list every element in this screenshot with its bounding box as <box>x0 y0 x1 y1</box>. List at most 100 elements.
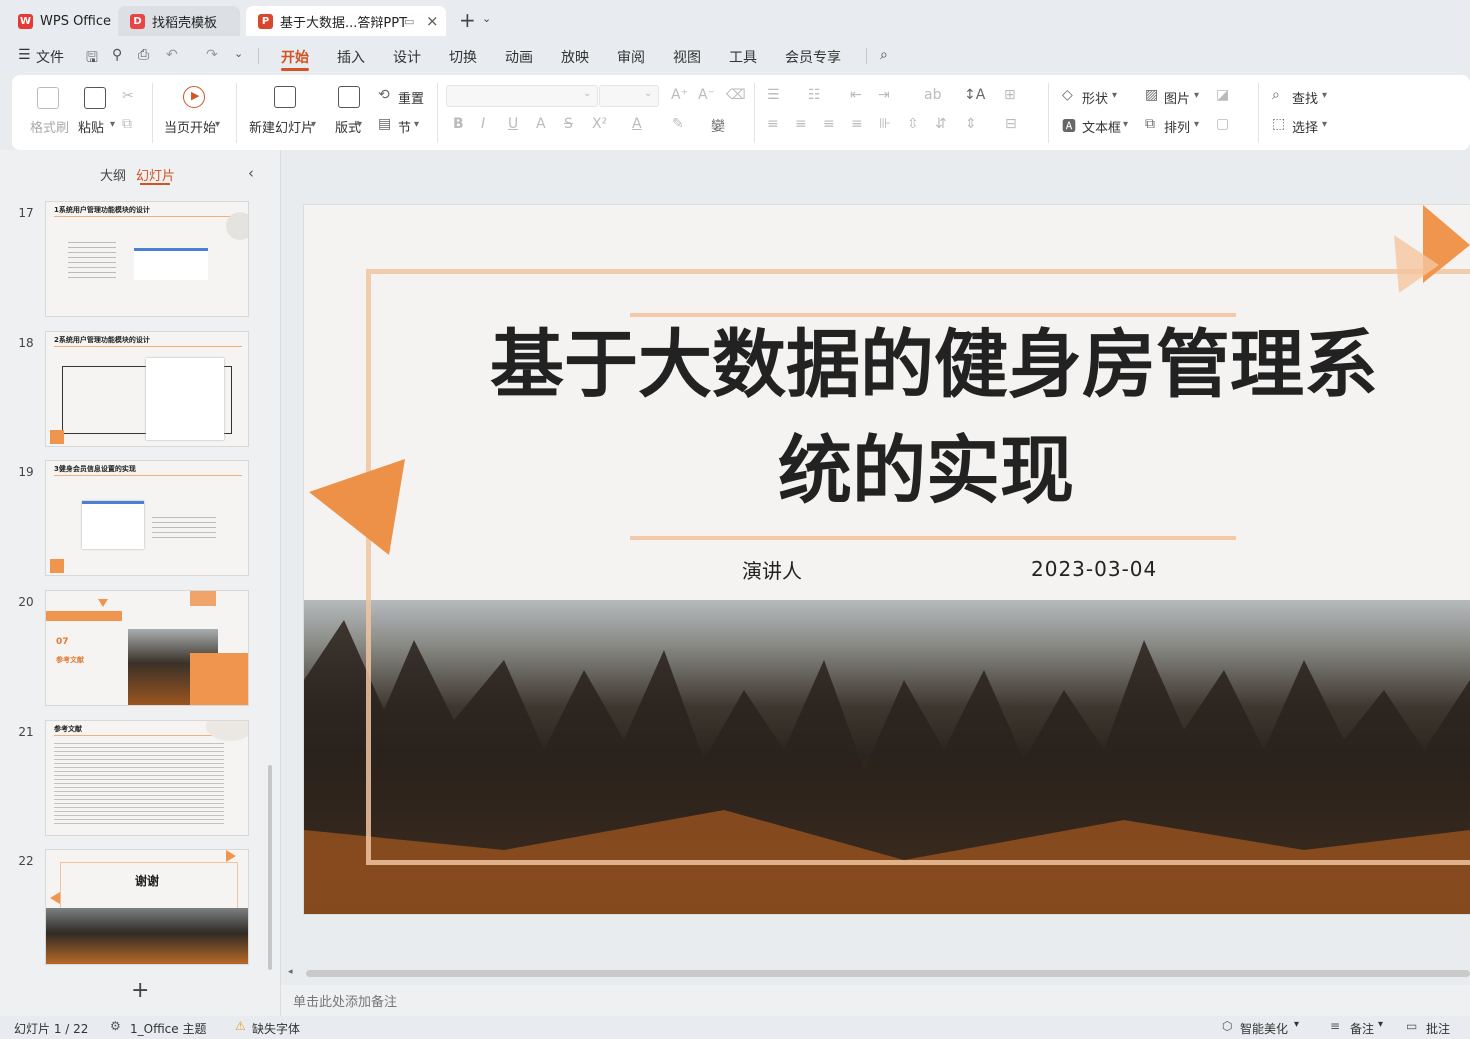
picture-chevron-icon[interactable]: ▾ <box>1194 90 1199 101</box>
slide-canvas[interactable]: 基于大数据的健身房管理系 统的实现 演讲人 2023-03-04 <box>304 205 1470 914</box>
copy-icon[interactable]: ⧉ <box>122 116 132 132</box>
tab-list-chevron-icon[interactable]: ⌄ <box>482 12 491 25</box>
slide-title-line-1[interactable]: 基于大数据的健身房管理系 <box>394 311 1470 419</box>
new-slide-button[interactable]: 新建幻灯片 <box>249 117 314 136</box>
presenter-label[interactable]: 演讲人 <box>742 555 802 584</box>
smart-beautify-button[interactable]: 智能美化 <box>1240 1020 1288 1037</box>
picture-button[interactable]: 图片 <box>1164 88 1190 107</box>
theme-name[interactable]: 1_Office 主题 <box>130 1020 206 1037</box>
align-center-icon[interactable]: ≡ <box>795 116 807 132</box>
share-icon[interactable]: ⚲ <box>112 47 122 63</box>
slide-thumbnail-19[interactable]: 3健身会员信息设置的实现 <box>46 461 248 575</box>
slides-tab[interactable]: 幻灯片 <box>136 165 175 184</box>
vertical-align-icon[interactable]: ⇕ <box>965 116 977 132</box>
bullets-icon[interactable]: ☰ <box>767 87 780 103</box>
increase-font-icon[interactable]: A⁺ <box>671 87 688 103</box>
menu-insert[interactable]: 插入 <box>337 47 365 67</box>
monitor-icon[interactable]: ▭ <box>404 15 414 28</box>
outline-tab[interactable]: 大纲 <box>100 165 126 184</box>
redo-icon[interactable]: ↷ <box>206 47 218 63</box>
numbering-icon[interactable]: ☷ <box>808 87 821 103</box>
menu-animation[interactable]: 动画 <box>505 47 533 67</box>
underline-icon[interactable]: U <box>508 116 518 132</box>
menu-design[interactable]: 设计 <box>393 47 421 67</box>
distribute-icon[interactable]: ⊪ <box>879 116 891 132</box>
tab-docer-templates[interactable]: D 找稻壳模板 <box>118 6 240 36</box>
undo-icon[interactable]: ↶ <box>166 47 178 63</box>
comments-button[interactable]: 批注 <box>1426 1020 1450 1037</box>
highlight-icon[interactable]: ✎ <box>672 116 684 132</box>
menu-review[interactable]: 审阅 <box>617 47 645 67</box>
tab-current-document[interactable]: P 基于大数据...答辩PPT ▭ × <box>246 6 446 36</box>
slide-thumbnail-20[interactable]: 07 参考文献 <box>46 591 248 705</box>
slide-thumbnail-17[interactable]: 1系统用户管理功能模块的设计 <box>46 202 248 316</box>
quick-access-chevron-icon[interactable]: ⌄ <box>234 47 243 60</box>
beautify-chevron-icon[interactable]: ▾ <box>1294 1019 1299 1030</box>
menu-member[interactable]: 会员专享 <box>785 47 841 67</box>
shape-chevron-icon[interactable]: ▾ <box>1112 90 1117 101</box>
menu-view[interactable]: 视图 <box>673 47 701 67</box>
char-spacing-icon[interactable]: 孌 <box>711 116 725 136</box>
find-chevron-icon[interactable]: ▾ <box>1322 90 1327 101</box>
outline-icon[interactable]: ▢ <box>1216 116 1229 132</box>
align-right-icon[interactable]: ≡ <box>823 116 835 132</box>
menu-home[interactable]: 开始 <box>281 47 309 67</box>
sort-icon[interactable]: ↕A <box>964 87 985 103</box>
paste-button[interactable]: 粘贴 <box>78 117 104 136</box>
italic-icon[interactable]: I <box>481 116 485 132</box>
arrange-button[interactable]: 排列 <box>1164 117 1190 136</box>
section-button[interactable]: 节 <box>398 117 411 136</box>
superscript-icon[interactable]: X² <box>592 116 607 132</box>
select-button[interactable]: 选择 <box>1292 117 1318 136</box>
new-slide-chevron-icon[interactable]: ▾ <box>311 119 316 130</box>
missing-font-button[interactable]: 缺失字体 <box>252 1020 300 1037</box>
slide-thumbnail-18[interactable]: 2系统用户管理功能模块的设计 <box>46 332 248 446</box>
shadow-icon[interactable]: A <box>536 116 546 132</box>
section-chevron-icon[interactable]: ▾ <box>414 119 419 130</box>
font-color-icon[interactable]: A <box>632 116 642 132</box>
print-preview-icon[interactable]: ⎙ <box>138 47 149 63</box>
play-from-current-button[interactable]: 当页开始 <box>164 117 216 136</box>
presentation-date[interactable]: 2023-03-04 <box>1031 557 1157 581</box>
collapse-panel-icon[interactable]: ‹ <box>248 164 254 182</box>
notes-button[interactable]: 备注 <box>1350 1020 1374 1037</box>
strikethrough-icon[interactable]: S <box>564 116 573 132</box>
textbox-chevron-icon[interactable]: ▾ <box>1123 119 1128 130</box>
file-menu[interactable]: 文件 <box>36 47 64 67</box>
slide-title-line-2[interactable]: 统的实现 <box>394 417 1470 525</box>
columns-icon[interactable]: ⊟ <box>1005 116 1017 132</box>
text-direction-icon[interactable]: ab <box>924 87 941 103</box>
menu-tools[interactable]: 工具 <box>729 47 757 67</box>
decrease-indent-icon[interactable]: ⇤ <box>850 87 862 103</box>
select-chevron-icon[interactable]: ▾ <box>1322 119 1327 130</box>
format-painter-button[interactable]: 格式刷 <box>30 117 69 136</box>
add-slide-icon[interactable]: + <box>131 978 149 1003</box>
shape-button[interactable]: 形状 <box>1082 88 1108 107</box>
clear-format-icon[interactable]: ⌫ <box>726 87 746 103</box>
search-icon[interactable]: ⌕ <box>880 47 888 63</box>
menu-transition[interactable]: 切换 <box>449 47 477 67</box>
tab-wps-office[interactable]: W WPS Office <box>6 6 114 36</box>
slide-thumbnail-21[interactable]: 参考文献 <box>46 721 248 835</box>
cut-icon[interactable]: ✂ <box>122 88 134 104</box>
justify-icon[interactable]: ≡ <box>851 116 863 132</box>
textbox-button[interactable]: 文本框 <box>1082 117 1121 136</box>
new-tab-icon[interactable]: + <box>459 8 476 32</box>
notes-placeholder[interactable]: 单击此处添加备注 <box>293 991 397 1010</box>
decrease-font-icon[interactable]: A⁻ <box>698 87 715 103</box>
para-spacing-icon[interactable]: ⇵ <box>935 116 947 132</box>
menu-slideshow[interactable]: 放映 <box>561 47 589 67</box>
reset-button[interactable]: 重置 <box>398 88 424 107</box>
play-chevron-icon[interactable]: ▾ <box>215 119 220 130</box>
hamburger-icon[interactable]: ☰ <box>18 47 31 63</box>
find-button[interactable]: 查找 <box>1292 88 1318 107</box>
slide-thumbnail-22[interactable]: 谢谢 <box>46 850 248 964</box>
panel-scrollbar[interactable] <box>268 765 272 970</box>
line-spacing-icon[interactable]: ⇳ <box>907 116 919 132</box>
save-icon[interactable]: 🖫 <box>86 47 98 71</box>
font-name-select[interactable] <box>446 85 598 107</box>
scroll-left-icon[interactable]: ◂ <box>288 967 293 977</box>
convert-smartart-icon[interactable]: ⊞ <box>1004 87 1016 103</box>
arrange-chevron-icon[interactable]: ▾ <box>1194 119 1199 130</box>
align-left-icon[interactable]: ≡ <box>767 116 779 132</box>
